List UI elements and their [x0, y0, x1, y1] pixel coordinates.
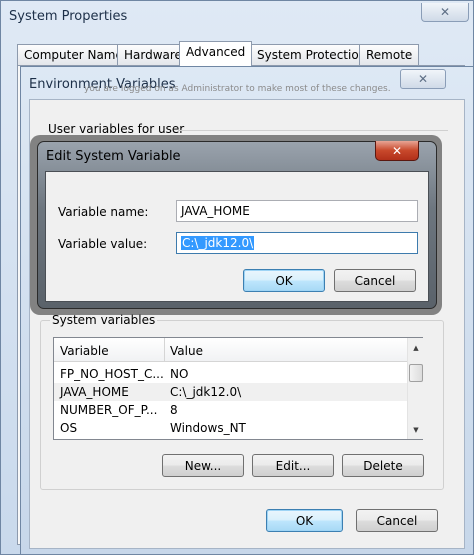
table-row[interactable]: FP_NO_HOST_C... NO — [54, 365, 407, 383]
value-cell: NO — [170, 367, 189, 381]
close-button[interactable]: ✕ — [400, 69, 446, 89]
user-variables-label: User variables for user — [48, 122, 185, 136]
dialog-body: Variable name: JAVA_HOME Variable value:… — [45, 171, 429, 302]
list-header: Variable Value — [54, 338, 407, 362]
vertical-scrollbar[interactable]: ▲ ▼ — [407, 338, 423, 439]
tab-computer-name[interactable]: Computer Name — [17, 44, 130, 65]
column-variable[interactable]: Variable — [60, 344, 109, 358]
dialog-title: Edit System Variable — [46, 149, 181, 164]
selected-text: C:\_jdk12.0\ — [181, 236, 255, 250]
variable-cell: NUMBER_OF_P... — [60, 403, 158, 417]
close-button[interactable]: ✕ — [375, 141, 419, 161]
column-divider[interactable] — [164, 338, 165, 362]
variable-name-input[interactable]: JAVA_HOME — [176, 200, 418, 222]
ok-button[interactable]: OK — [243, 269, 325, 292]
scroll-down-icon[interactable]: ▼ — [408, 422, 424, 438]
delete-button[interactable]: Delete — [342, 454, 424, 477]
variable-value-label: Variable value: — [58, 237, 148, 251]
cancel-button[interactable]: Cancel — [356, 509, 438, 532]
tab-advanced[interactable]: Advanced — [179, 41, 253, 66]
window-title: System Properties — [9, 9, 128, 24]
close-icon: ✕ — [439, 5, 451, 19]
close-icon: ✕ — [391, 143, 403, 158]
tab-system-protection[interactable]: System Protection — [250, 44, 374, 65]
close-icon: ✕ — [417, 72, 429, 86]
cancel-button[interactable]: Cancel — [334, 269, 416, 292]
table-row[interactable]: JAVA_HOME C:\_jdk12.0\ — [54, 383, 407, 401]
edit-button[interactable]: Edit... — [252, 454, 334, 477]
table-row[interactable]: OS Windows_NT — [54, 419, 407, 437]
system-variables-label: System variables — [50, 313, 158, 327]
variable-name-label: Variable name: — [58, 205, 149, 219]
variable-cell: OS — [60, 421, 78, 435]
system-variables-list[interactable]: Variable Value FP_NO_HOST_C... NO JAVA_H… — [53, 337, 423, 440]
scroll-thumb[interactable] — [409, 364, 423, 382]
ok-button[interactable]: OK — [266, 509, 343, 532]
group-divider — [178, 130, 448, 131]
scroll-up-icon[interactable]: ▲ — [408, 340, 424, 356]
obscured-note: you are logged on as Administrator to ma… — [84, 84, 391, 94]
value-cell: 8 — [170, 403, 178, 417]
variable-cell: FP_NO_HOST_C... — [60, 367, 164, 381]
variable-cell: JAVA_HOME — [60, 385, 129, 399]
edit-system-variable-dialog: Edit System Variable ✕ Variable name: JA… — [37, 141, 437, 309]
table-row[interactable]: NUMBER_OF_P... 8 — [54, 401, 407, 419]
value-cell: Windows_NT — [170, 421, 246, 435]
new-button[interactable]: New... — [162, 454, 244, 477]
tab-remote[interactable]: Remote — [359, 44, 420, 65]
variable-value-input[interactable]: C:\_jdk12.0\ — [176, 232, 418, 254]
value-cell: C:\_jdk12.0\ — [170, 385, 242, 399]
column-value[interactable]: Value — [170, 344, 203, 358]
close-button[interactable]: ✕ — [421, 3, 469, 22]
